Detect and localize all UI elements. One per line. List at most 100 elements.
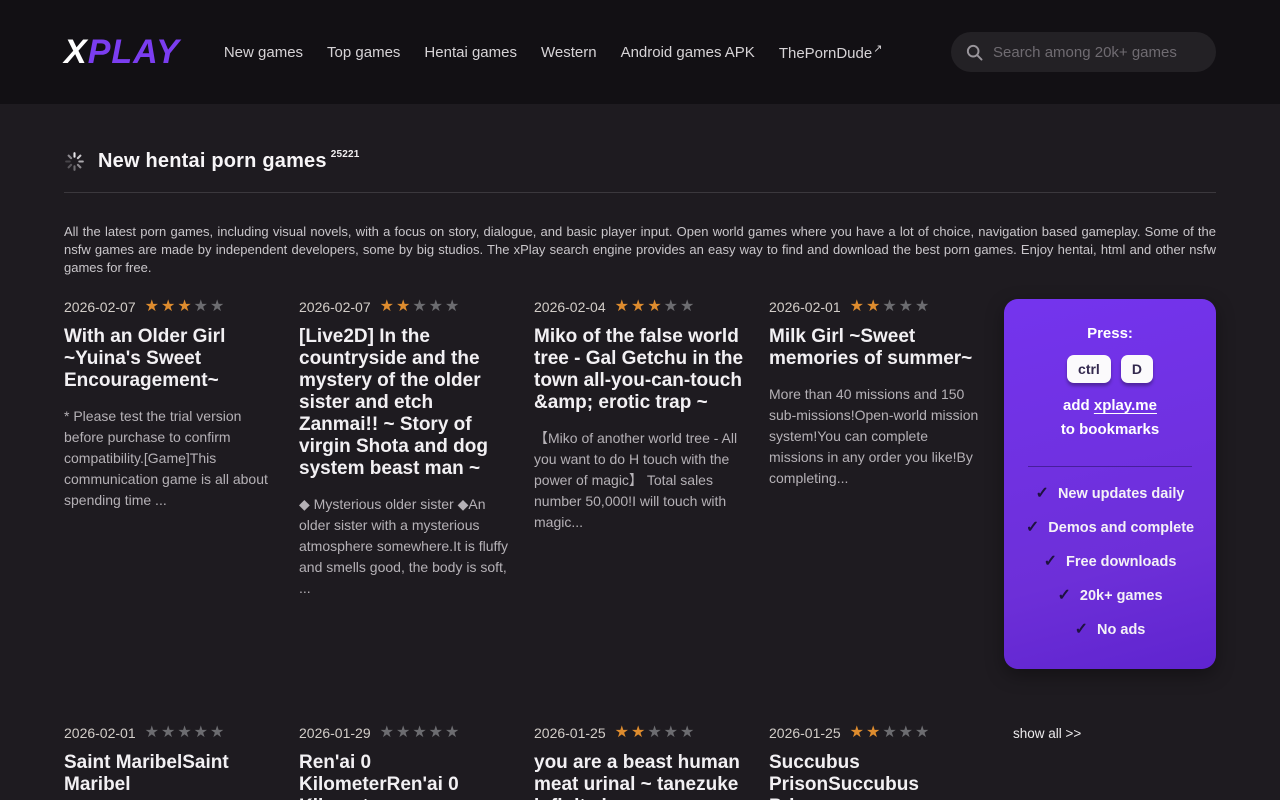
game-card[interactable]: 2026-02-07 ★★★★★ With an Older Girl ~Yuina… xyxy=(64,299,276,511)
star-filled-icon: ★ xyxy=(866,298,882,315)
checkmark-icon: ✓ xyxy=(1036,485,1049,502)
star-empty-icon: ★ xyxy=(647,724,663,741)
star-rating: ★★★★★ xyxy=(615,299,697,315)
star-empty-icon: ★ xyxy=(396,724,412,741)
star-filled-icon: ★ xyxy=(615,298,631,315)
star-empty-icon: ★ xyxy=(915,298,931,315)
feature-label: No ads xyxy=(1097,622,1145,638)
game-card[interactable]: 2026-01-25 ★★★★★ Succubus PrisonSuccubus P… xyxy=(769,725,981,800)
game-title[interactable]: Succubus PrisonSuccubus Prison xyxy=(769,752,981,800)
game-card[interactable]: 2026-01-25★★★★★you are a beast human mea… xyxy=(534,725,746,800)
game-title[interactable]: Saint MaribelSaint Maribel xyxy=(64,752,276,796)
star-empty-icon: ★ xyxy=(429,724,445,741)
checkmark-icon: ✓ xyxy=(1026,519,1039,536)
star-filled-icon: ★ xyxy=(850,724,866,741)
page-title: New hentai porn games25221 xyxy=(98,150,360,173)
star-rating: ★★★★★ xyxy=(380,299,462,315)
game-meta: 2026-02-01★★★★★ xyxy=(769,299,981,315)
star-empty-icon: ★ xyxy=(429,298,445,315)
star-rating: ★★★★★ xyxy=(615,725,697,741)
nav-link-new-games[interactable]: New games xyxy=(224,44,303,61)
nav-link-android-games-apk[interactable]: Android games APK xyxy=(621,44,755,61)
star-rating: ★★★★★ xyxy=(850,725,932,741)
game-meta: 2026-02-07 ★★★★★ xyxy=(64,299,276,315)
star-empty-icon: ★ xyxy=(194,724,210,741)
add-bookmark-line: add xplay.me xyxy=(1020,397,1200,414)
nav-link-theporndude[interactable]: ThePornDude↗ xyxy=(779,42,883,62)
show-all-link[interactable]: show all >> xyxy=(1004,726,1081,741)
to-bookmarks-label: to bookmarks xyxy=(1020,421,1200,438)
game-meta: 2026-01-25 ★★★★★ xyxy=(769,725,981,741)
feature-item: ✓Demos and complete xyxy=(1020,517,1200,537)
xplay-me-link[interactable]: xplay.me xyxy=(1094,397,1157,414)
star-empty-icon: ★ xyxy=(380,724,396,741)
star-empty-icon: ★ xyxy=(899,298,915,315)
star-rating: ★★★★★ xyxy=(850,299,932,315)
star-empty-icon: ★ xyxy=(210,298,226,315)
game-title[interactable]: you are a beast human meat urinal ~ tane… xyxy=(534,752,746,800)
star-empty-icon: ★ xyxy=(664,298,680,315)
game-meta: 2026-01-29 ★★★★★ xyxy=(299,725,511,741)
star-empty-icon: ★ xyxy=(194,298,210,315)
star-rating: ★★★★★ xyxy=(380,725,462,741)
games-count-badge: 25221 xyxy=(331,149,360,160)
star-empty-icon: ★ xyxy=(882,298,898,315)
game-card[interactable]: 2026-02-01★★★★★Saint MaribelSaint Maribe… xyxy=(64,725,276,800)
logo[interactable]: XPLAY xyxy=(64,33,180,72)
feature-list: ✓New updates daily✓Demos and complete✓Fr… xyxy=(1020,483,1200,639)
game-card[interactable]: 2026-02-07★★★★★[Live2D] In the countrysi… xyxy=(299,299,511,599)
game-meta: 2026-02-04 ★★★★★ xyxy=(534,299,746,315)
game-date: 2026-01-25 xyxy=(769,725,841,741)
star-empty-icon: ★ xyxy=(445,298,461,315)
bookmark-promo-card: Press: ctrlD add xplay.me to bookmarks ✓… xyxy=(1004,299,1216,669)
game-date: 2026-01-29 xyxy=(299,725,371,741)
checkmark-icon: ✓ xyxy=(1057,587,1070,604)
feature-label: 20k+ games xyxy=(1080,588,1163,604)
game-title[interactable]: Ren'ai 0 KilometerRen'ai 0 Kilometer xyxy=(299,752,511,800)
game-title[interactable]: Miko of the false world tree - Gal Getch… xyxy=(534,326,746,414)
feature-label: Free downloads xyxy=(1066,554,1176,570)
game-title[interactable]: [Live2D] In the countryside and the myst… xyxy=(299,326,511,480)
nav-link-hentai-games[interactable]: Hentai games xyxy=(424,44,517,61)
game-card[interactable]: 2026-02-01★★★★★Milk Girl ~Sweet memories… xyxy=(769,299,981,489)
star-empty-icon: ★ xyxy=(412,298,428,315)
press-label: Press: xyxy=(1020,325,1200,342)
star-empty-icon: ★ xyxy=(145,724,161,741)
game-description: * Please test the trial version before p… xyxy=(64,406,276,511)
external-link-icon: ↗ xyxy=(873,43,882,55)
star-filled-icon: ★ xyxy=(866,724,882,741)
page-head: New hentai porn games25221 xyxy=(64,150,1216,173)
search-input[interactable] xyxy=(993,44,1202,61)
nav-link-western[interactable]: Western xyxy=(541,44,597,61)
game-title[interactable]: Milk Girl ~Sweet memories of summer~ xyxy=(769,326,981,370)
star-empty-icon: ★ xyxy=(882,724,898,741)
promo-divider xyxy=(1028,466,1192,467)
nav-link-top-games[interactable]: Top games xyxy=(327,44,400,61)
game-title[interactable]: With an Older Girl ~Yuina's Sweet Encour… xyxy=(64,326,276,392)
feature-item: ✓New updates daily xyxy=(1020,483,1200,503)
star-filled-icon: ★ xyxy=(850,298,866,315)
search-box[interactable] xyxy=(951,32,1216,72)
main-nav: New games Top games Hentai games Western And… xyxy=(224,42,951,62)
star-filled-icon: ★ xyxy=(647,298,663,315)
game-date: 2026-02-01 xyxy=(769,299,841,315)
main-content: New hentai porn games25221 All the lates… xyxy=(0,150,1280,800)
star-filled-icon: ★ xyxy=(380,298,396,315)
feature-item: ✓Free downloads xyxy=(1020,551,1200,571)
game-description: ◆ Mysterious older sister ◆An older sist… xyxy=(299,494,511,599)
game-card[interactable]: 2026-02-04 ★★★★★ Miko of the false world t… xyxy=(534,299,746,533)
key-combo: ctrlD xyxy=(1020,355,1200,383)
game-date: 2026-02-07 xyxy=(64,299,136,315)
star-empty-icon: ★ xyxy=(412,724,428,741)
game-date: 2026-02-01 xyxy=(64,725,136,741)
star-rating: ★★★★★ xyxy=(145,299,227,315)
star-filled-icon: ★ xyxy=(161,298,177,315)
game-card[interactable]: 2026-01-29 ★★★★★ Ren'ai 0 KilometerRen'ai … xyxy=(299,725,511,800)
feature-item: ✓No ads xyxy=(1020,619,1200,639)
game-meta: 2026-02-01★★★★★ xyxy=(64,725,276,741)
loading-spinner-icon xyxy=(64,151,85,172)
game-date: 2026-02-04 xyxy=(534,299,606,315)
logo-x: X xyxy=(64,33,88,71)
star-empty-icon: ★ xyxy=(899,724,915,741)
game-description: 【Miko of another world tree - All you wa… xyxy=(534,428,746,533)
